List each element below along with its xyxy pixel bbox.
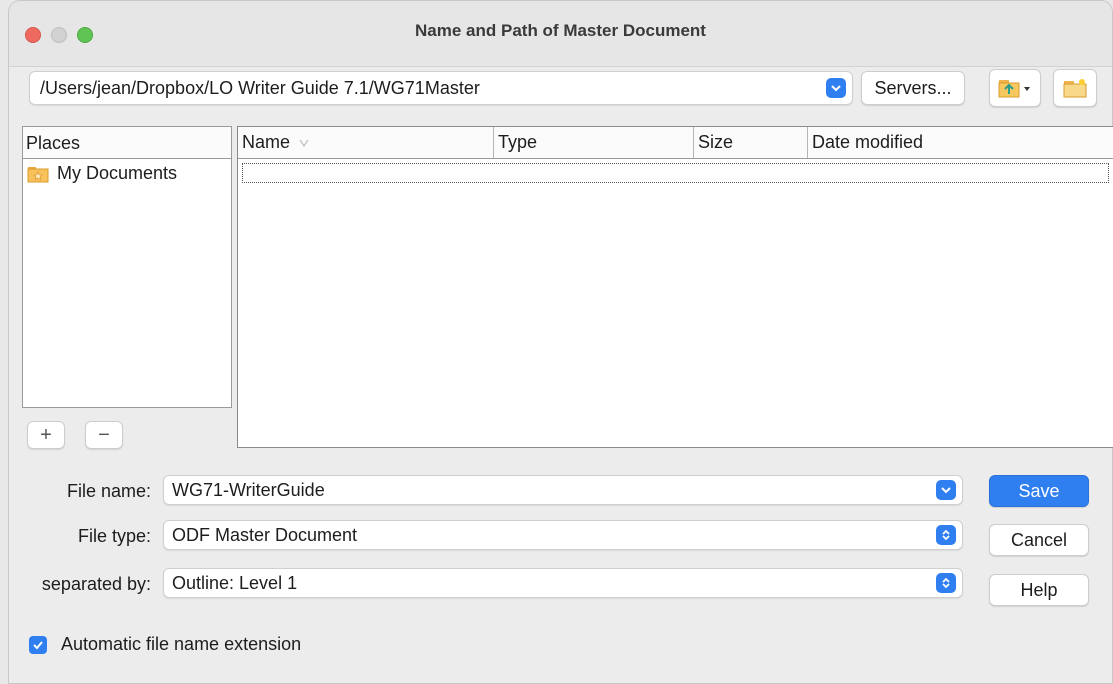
separated-by-label: separated by: — [41, 574, 151, 594]
window-title: Name and Path of Master Document — [415, 21, 706, 40]
places-header: Places — [23, 127, 231, 159]
save-dialog: Name and Path of Master Document /Users/… — [8, 0, 1113, 684]
place-item-label: My Documents — [57, 163, 178, 183]
cancel-button[interactable]: Cancel — [989, 524, 1089, 556]
remove-place-button[interactable]: − — [85, 421, 123, 449]
separated-by-select[interactable]: Outline: Level 1 — [163, 568, 963, 598]
place-item-my-documents[interactable]: My Documents — [23, 159, 231, 188]
chevron-down-icon[interactable] — [826, 78, 846, 98]
add-place-button[interactable]: + — [27, 421, 65, 449]
column-date-label: Date modified — [812, 132, 924, 152]
new-folder-button[interactable] — [1053, 69, 1097, 107]
file-name-label: File name: — [66, 481, 151, 501]
column-name-label: Name — [242, 132, 291, 152]
folder-up-icon — [998, 80, 1030, 98]
checkmark-icon — [33, 641, 43, 650]
save-button[interactable]: Save — [989, 475, 1089, 507]
sort-indicator-icon — [299, 139, 309, 147]
column-name[interactable]: Name — [238, 127, 494, 158]
file-list[interactable]: Name Type Size Date modified — [237, 126, 1113, 448]
auto-extension-checkbox[interactable] — [29, 636, 47, 654]
chevron-down-icon[interactable] — [936, 480, 956, 500]
column-type[interactable]: Type — [494, 127, 694, 158]
file-list-header: Name Type Size Date modified — [238, 127, 1113, 159]
focus-rectangle — [242, 163, 1109, 183]
favorite-folder-icon — [27, 165, 49, 183]
file-type-value: ODF Master Document — [172, 525, 358, 545]
places-panel: Places My Documents — [22, 126, 232, 408]
path-combobox[interactable]: /Users/jean/Dropbox/LO Writer Guide 7.1/… — [29, 71, 853, 105]
title-bar: Name and Path of Master Document — [9, 1, 1112, 67]
servers-button[interactable]: Servers... — [861, 71, 965, 105]
up-down-chevron-icon[interactable] — [936, 525, 956, 545]
column-size[interactable]: Size — [694, 127, 808, 158]
file-type-label: File type: — [77, 526, 151, 546]
file-name-combobox[interactable]: WG71-WriterGuide — [163, 475, 963, 505]
column-size-label: Size — [698, 132, 734, 152]
separated-by-value: Outline: Level 1 — [172, 573, 298, 593]
new-folder-icon — [1063, 79, 1087, 98]
up-folder-button[interactable] — [989, 69, 1041, 107]
column-type-label: Type — [498, 132, 538, 152]
column-date-modified[interactable]: Date modified — [808, 127, 1113, 158]
help-button[interactable]: Help — [989, 574, 1089, 606]
auto-extension-label: Automatic file name extension — [61, 634, 302, 654]
path-value: /Users/jean/Dropbox/LO Writer Guide 7.1/… — [40, 78, 480, 98]
up-down-chevron-icon[interactable] — [936, 573, 956, 593]
file-type-select[interactable]: ODF Master Document — [163, 520, 963, 550]
file-name-value: WG71-WriterGuide — [172, 480, 325, 500]
